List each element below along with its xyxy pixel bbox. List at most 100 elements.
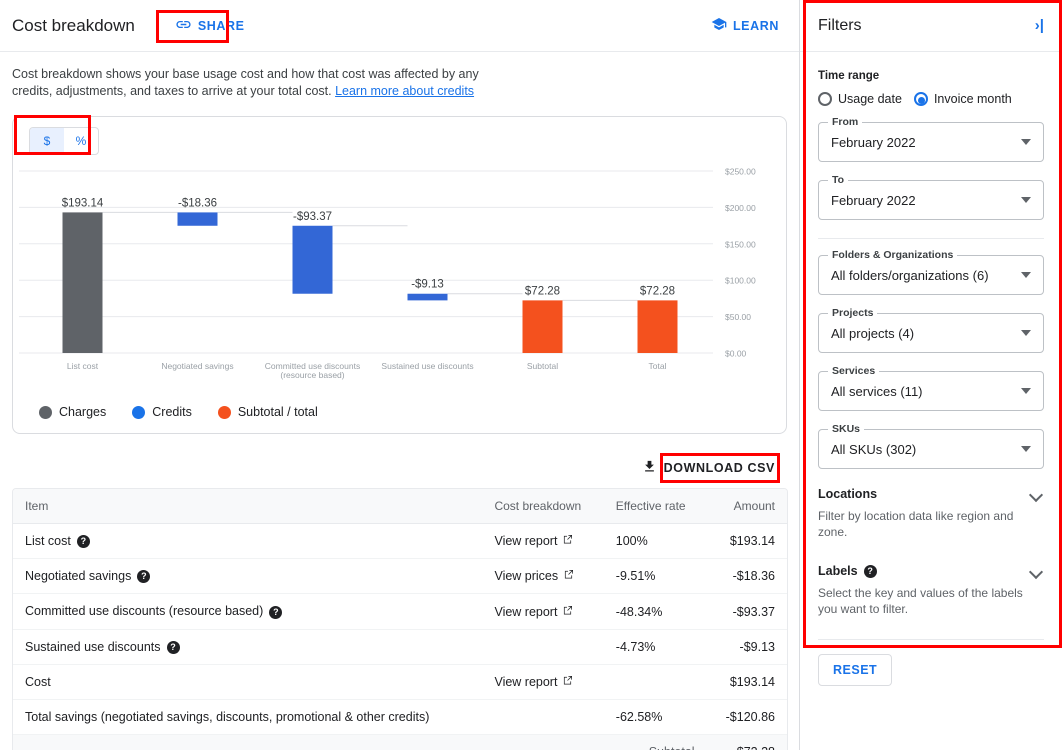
learn-more-link[interactable]: Learn more about credits — [335, 84, 474, 98]
view-report-link[interactable]: View report — [494, 605, 573, 619]
x-axis-category-label: List cost — [67, 361, 99, 371]
labels-title: Labels — [818, 564, 858, 578]
view-report-label: View report — [494, 534, 558, 549]
cell-cost-breakdown[interactable]: View report — [482, 523, 604, 560]
x-axis-category-label: (resource based) — [280, 370, 344, 380]
table-row: Negotiated savings? View prices -9.51% -$18… — [13, 558, 787, 595]
y-axis-tick-label: $250.00 — [725, 167, 756, 177]
chevron-down-icon — [1030, 567, 1044, 576]
external-link-icon — [562, 534, 573, 548]
learn-label: LEARN — [732, 18, 779, 33]
cell-cost-breakdown[interactable]: View report — [482, 593, 604, 630]
filters-divider — [818, 238, 1044, 239]
col-cost-breakdown: Cost breakdown — [482, 489, 604, 524]
y-axis-tick-label: $100.00 — [725, 276, 756, 286]
chevron-down-icon — [1030, 490, 1044, 499]
radio-usage-date[interactable]: Usage date — [818, 92, 902, 106]
time-range-label: Time range — [818, 70, 880, 82]
from-value: February 2022 — [831, 134, 916, 150]
cell-cost-breakdown — [482, 734, 604, 750]
chart-bar[interactable] — [292, 225, 333, 294]
description-text: Cost breakdown shows your base usage cos… — [0, 52, 520, 110]
cell-item: Sustained use discounts? — [13, 629, 483, 665]
table-row: List cost? View report 100% $193.14 — [13, 523, 787, 560]
from-label: From — [828, 116, 863, 128]
view-report-link[interactable]: View report — [494, 675, 573, 689]
learn-button[interactable]: LEARN — [711, 16, 779, 35]
chart-bar[interactable] — [637, 300, 678, 353]
view-report-label: View prices — [494, 569, 559, 584]
help-icon[interactable]: ? — [863, 564, 877, 578]
share-button[interactable]: SHARE — [167, 10, 253, 42]
locations-accordion[interactable]: Locations Filter by location data like r… — [818, 487, 1044, 540]
bar-data-label: -$18.36 — [178, 197, 217, 209]
legend-label-charges: Charges — [59, 405, 107, 419]
chart-svg: $0.00 $50.00 $100.00 $150.00 $200.00 $250.00 $… — [19, 167, 756, 380]
locations-accordion-header[interactable]: Locations — [818, 487, 1044, 501]
table-row: Sustained use discounts? -4.73% -$9.13 — [13, 629, 787, 665]
chart-legend: Charges Credits Subtotal / total — [39, 405, 318, 419]
download-csv-row: DOWNLOAD CSV — [632, 452, 785, 484]
labels-accordion-header[interactable]: Labels ? — [818, 564, 1044, 578]
cell-item: Committed use discounts (resource based)… — [13, 593, 483, 630]
cost-breakdown-page: Cost breakdown SHARE LEARN Cost breakdow… — [0, 0, 1062, 750]
download-csv-button[interactable]: DOWNLOAD CSV — [632, 452, 785, 484]
table-header-row: Item Cost breakdown Effective rate Amoun… — [13, 489, 787, 524]
help-icon[interactable]: ? — [137, 570, 151, 584]
download-csv-label: DOWNLOAD CSV — [663, 461, 775, 475]
filter-select-services[interactable]: Services All services (11) — [818, 365, 1044, 411]
chart-bar[interactable] — [62, 212, 103, 353]
help-icon[interactable]: ? — [76, 535, 90, 549]
chart-bar[interactable] — [522, 300, 563, 353]
time-range-radios: Usage date Invoice month — [818, 92, 1044, 106]
external-link-icon — [562, 675, 573, 689]
filter-select-value: All services (11) — [831, 383, 923, 399]
unit-toggle-currency[interactable]: $ — [30, 128, 64, 154]
cell-cost-breakdown[interactable]: View report — [482, 664, 604, 700]
labels-title-wrap: Labels ? — [818, 564, 877, 578]
view-report-link[interactable]: View report — [494, 534, 573, 548]
top-bar: Cost breakdown SHARE LEARN — [0, 0, 799, 52]
table-head: Item Cost breakdown Effective rate Amoun… — [13, 489, 787, 524]
cell-effective-rate: 100% — [603, 523, 707, 560]
bar-data-label: $72.28 — [525, 285, 560, 297]
main-content: Cost breakdown SHARE LEARN Cost breakdow… — [0, 0, 800, 750]
unit-toggle[interactable]: $ % — [29, 127, 99, 155]
x-axis-category-label: Subtotal — [527, 361, 558, 371]
download-icon — [642, 459, 657, 477]
filter-select-projects[interactable]: Projects All projects (4) — [818, 307, 1044, 353]
cell-cost-breakdown[interactable]: View prices — [482, 558, 604, 595]
help-icon[interactable]: ? — [269, 605, 283, 619]
filter-select-label: Folders & Organizations — [828, 249, 958, 261]
cell-item: Cost — [13, 664, 483, 700]
filter-select-label: Services — [828, 365, 880, 377]
bar-data-label: -$9.13 — [411, 279, 444, 291]
cell-effective-rate — [603, 664, 707, 700]
filter-select-value: All SKUs (302) — [831, 441, 917, 457]
view-report-label: View report — [494, 674, 558, 689]
unit-toggle-percent[interactable]: % — [64, 128, 98, 154]
labels-accordion[interactable]: Labels ? Select the key and values of th… — [818, 564, 1044, 617]
cell-amount: -$93.37 — [706, 593, 787, 630]
cell-item: List cost? — [13, 523, 483, 560]
y-axis-tick-label: $50.00 — [725, 312, 751, 322]
cell-effective-rate: -4.73% — [603, 629, 707, 665]
from-date-select[interactable]: From February 2022 — [818, 116, 1044, 162]
cell-amount: -$120.86 — [706, 699, 787, 735]
chart-bar[interactable] — [407, 293, 448, 301]
cell-effective-rate: -9.51% — [603, 558, 707, 595]
view-report-link[interactable]: View prices — [494, 569, 574, 583]
legend-swatch-credits — [132, 405, 146, 419]
chart-bar[interactable] — [177, 212, 218, 226]
to-date-select[interactable]: To February 2022 — [818, 174, 1044, 220]
filter-select-skus[interactable]: SKUs All SKUs (302) — [818, 423, 1044, 469]
filters-panel: Filters ›| Time range Usage date Invoice… — [800, 0, 1062, 750]
filter-select-folders-organizations[interactable]: Folders & Organizations All folders/organ… — [818, 249, 1044, 295]
help-icon[interactable]: ? — [166, 640, 180, 654]
radio-invoice-month[interactable]: Invoice month — [913, 92, 1012, 106]
reset-button[interactable]: RESET — [818, 654, 893, 686]
chart-card: $ % $0.00 $50.00 $100.00 $150.00 $200.00 $250… — [12, 116, 787, 434]
to-label: To — [828, 174, 849, 186]
collapse-panel-icon[interactable]: ›| — [1035, 17, 1044, 34]
school-icon — [711, 16, 727, 35]
